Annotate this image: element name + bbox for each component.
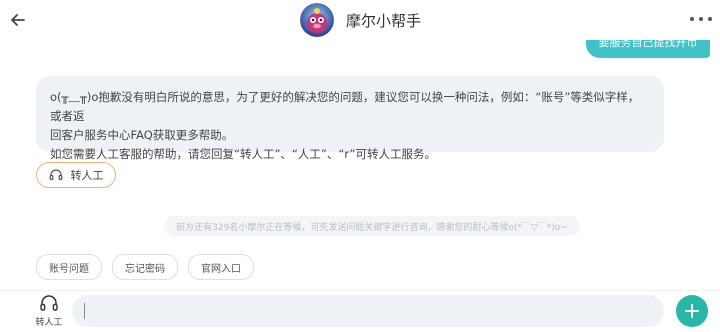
agent-button[interactable]: 转人工 bbox=[34, 294, 64, 330]
queue-notice-text: 前方还有329名小摩尔正在等候，可先发送问题关键字进行咨询，感谢您的耐心等候o(… bbox=[176, 222, 568, 233]
plus-icon bbox=[685, 304, 699, 318]
back-button[interactable] bbox=[8, 8, 28, 32]
bot-message-line: o(╥﹏╥)o抱歉没有明白所说的意思，为了更好的解决您的问题，建议您可以换一种问… bbox=[50, 90, 640, 123]
bot-message-bubble: o(╥﹏╥)o抱歉没有明白所说的意思，为了更好的解决您的问题，建议您可以换一种问… bbox=[36, 76, 664, 161]
transfer-to-agent-button[interactable]: 转人工 bbox=[36, 162, 116, 188]
chat-header: 摩尔小帮手 bbox=[0, 0, 720, 40]
bot-message-line: 如您需要人工客服的帮助，请您回复“转人工”、“人工”、“r”可转人工服务。 bbox=[50, 147, 436, 161]
agent-button-label: 转人工 bbox=[35, 318, 63, 328]
queue-notice: 前方还有329名小摩尔正在等候，可先发送问题关键字进行咨询，感谢您的耐心等候o(… bbox=[164, 216, 580, 236]
add-button[interactable] bbox=[676, 295, 708, 327]
transfer-button-label: 转人工 bbox=[70, 169, 104, 182]
user-message-text: 要服务自己提找开币 bbox=[598, 40, 698, 49]
avatar bbox=[300, 3, 334, 37]
arrow-left-icon bbox=[11, 14, 25, 26]
page-title: 摩尔小帮手 bbox=[346, 11, 422, 30]
quick-reply-forgot-password[interactable]: 忘记密码 bbox=[112, 254, 178, 280]
chat-messages[interactable]: 要服务自己提找开币 o(╥﹏╥)o抱歉没有明白所说的意思，为了更好的解决您的问题… bbox=[0, 40, 720, 290]
quick-reply-official-site[interactable]: 官网入口 bbox=[188, 254, 254, 280]
user-message-bubble: 要服务自己提找开币 bbox=[586, 40, 710, 58]
headset-icon bbox=[40, 295, 58, 311]
input-bar: 转人工 bbox=[0, 290, 720, 332]
more-button[interactable] bbox=[690, 10, 712, 28]
more-dots-icon bbox=[690, 17, 694, 21]
text-cursor bbox=[84, 303, 85, 319]
headset-icon bbox=[49, 168, 63, 182]
quick-replies: 账号问题 忘记密码 官网入口 bbox=[36, 254, 264, 280]
message-input[interactable] bbox=[72, 295, 664, 327]
quick-reply-account-issue[interactable]: 账号问题 bbox=[36, 254, 102, 280]
bot-message-line: 回客户服务中心FAQ获取更多帮助。 bbox=[50, 128, 234, 142]
chat-title-group: 摩尔小帮手 bbox=[300, 2, 421, 38]
